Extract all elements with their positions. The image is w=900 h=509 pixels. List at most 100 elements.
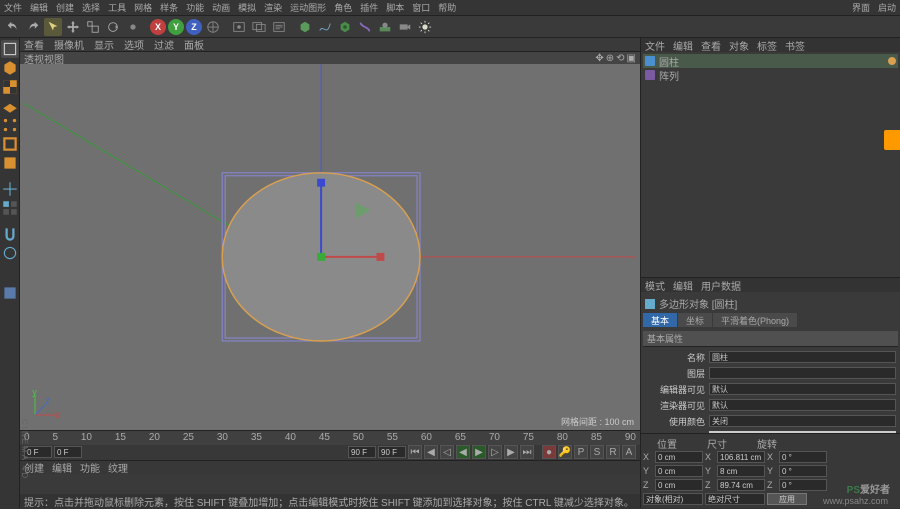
rotate-icon[interactable] (104, 18, 122, 36)
coord-y-rot[interactable] (779, 465, 827, 477)
play-fwd-icon[interactable]: ▶ (472, 445, 486, 459)
om-tab-view[interactable]: 查看 (701, 38, 721, 53)
material-manager[interactable] (20, 474, 640, 494)
snap-settings-icon[interactable] (1, 244, 19, 262)
move-icon[interactable] (64, 18, 82, 36)
menu-mesh[interactable]: 网格 (134, 1, 152, 14)
axis-x-toggle[interactable]: X (150, 19, 166, 35)
menu-mograph[interactable]: 运动图形 (290, 1, 326, 14)
coord-x-rot[interactable] (779, 451, 827, 463)
coord-x-size[interactable] (717, 451, 765, 463)
coord-mode-select[interactable] (643, 493, 703, 505)
vp-menu-filter[interactable]: 过滤 (154, 37, 174, 52)
vp-max-icon[interactable]: ▣ (627, 53, 636, 64)
viewport-3d[interactable]: yxz 网格间距 : 100 cm (20, 64, 640, 430)
attr-layer-input[interactable] (709, 367, 896, 379)
attr-rendvis-select[interactable] (709, 399, 896, 411)
attr-tab-phong[interactable]: 平滑着色(Phong) (713, 313, 797, 327)
menu-plugins[interactable]: 插件 (360, 1, 378, 14)
object-list[interactable]: 圆柱 阵列 (641, 52, 900, 277)
menu-spline[interactable]: 样条 (160, 1, 178, 14)
snap-icon[interactable] (1, 225, 19, 243)
camera-icon[interactable] (396, 18, 414, 36)
vp-menu-panel[interactable]: 面板 (184, 37, 204, 52)
goto-start-icon[interactable]: ⏮ (408, 445, 422, 459)
axis-z-toggle[interactable]: Z (186, 19, 202, 35)
render-view-icon[interactable] (230, 18, 248, 36)
coord-tab-size[interactable]: 尺寸 (707, 436, 727, 451)
object-item[interactable]: 阵列 (643, 68, 898, 82)
menu-character[interactable]: 角色 (334, 1, 352, 14)
attr-name-input[interactable] (709, 351, 896, 363)
menu-help[interactable]: 帮助 (438, 1, 456, 14)
next-frame-icon[interactable]: ▷ (488, 445, 502, 459)
viewport-solo-icon[interactable] (1, 199, 19, 217)
scale-icon[interactable] (84, 18, 102, 36)
deformer-icon[interactable] (356, 18, 374, 36)
visibility-dot-icon[interactable] (888, 57, 896, 65)
vp-rotate-icon[interactable]: ⟲ (616, 53, 624, 64)
axis-y-toggle[interactable]: Y (168, 19, 184, 35)
coord-z-rot[interactable] (779, 479, 827, 491)
prev-key-icon[interactable]: ◀ (424, 445, 438, 459)
play-back-icon[interactable]: ◀ (456, 445, 470, 459)
menu-tools[interactable]: 工具 (108, 1, 126, 14)
menu-create[interactable]: 创建 (56, 1, 74, 14)
menu-render[interactable]: 渲染 (264, 1, 282, 14)
point-mode-icon[interactable] (1, 116, 19, 134)
select-icon[interactable] (44, 18, 62, 36)
goto-end-icon[interactable]: ⏭ (520, 445, 534, 459)
record-icon[interactable]: ● (542, 445, 556, 459)
menu-layout[interactable]: 界面 (852, 1, 870, 14)
time-ruler[interactable]: 051015202530354045505560657075808590 (20, 431, 640, 445)
am-tab-mode[interactable]: 模式 (645, 278, 665, 293)
attr-usecolor-select[interactable] (709, 415, 896, 427)
coord-tab-rot[interactable]: 旋转 (757, 436, 777, 451)
render-pict-icon[interactable] (250, 18, 268, 36)
make-editable-icon[interactable] (1, 40, 19, 58)
menu-startup[interactable]: 启动 (878, 1, 896, 14)
vp-nav-icon[interactable]: ✥ (595, 53, 603, 64)
object-item[interactable]: 圆柱 (643, 54, 898, 68)
light-icon[interactable] (416, 18, 434, 36)
poly-mode-icon[interactable] (1, 154, 19, 172)
coord-x-pos[interactable] (655, 451, 703, 463)
axis-mode-icon[interactable] (1, 180, 19, 198)
environment-icon[interactable] (376, 18, 394, 36)
om-tab-bookmarks[interactable]: 书签 (785, 38, 805, 53)
coord-tab-pos[interactable]: 位置 (657, 436, 677, 451)
edge-mode-icon[interactable] (1, 135, 19, 153)
redo-icon[interactable] (24, 18, 42, 36)
menu-window[interactable]: 窗口 (412, 1, 430, 14)
time-cur-end-input[interactable] (348, 446, 376, 458)
workplane-mode-icon[interactable] (1, 97, 19, 115)
menu-script[interactable]: 脚本 (386, 1, 404, 14)
om-tab-file[interactable]: 文件 (645, 38, 665, 53)
prev-frame-icon[interactable]: ◁ (440, 445, 454, 459)
render-settings-icon[interactable] (270, 18, 288, 36)
attr-tab-basic[interactable]: 基本 (643, 313, 677, 327)
autokey-icon[interactable]: 🔑 (558, 445, 572, 459)
coord-y-size[interactable] (717, 465, 765, 477)
undo-icon[interactable] (4, 18, 22, 36)
generator-icon[interactable] (336, 18, 354, 36)
attr-tab-coord[interactable]: 坐标 (678, 313, 712, 327)
coord-apply-button[interactable]: 应用 (767, 493, 807, 505)
mat-tab-func[interactable]: 功能 (80, 460, 100, 475)
vp-zoom-icon[interactable]: ⊕ (606, 53, 614, 64)
coord-size-mode-select[interactable] (705, 493, 765, 505)
coord-system-icon[interactable] (204, 18, 222, 36)
texture-mode-icon[interactable] (1, 78, 19, 96)
key-pos-icon[interactable]: P (574, 445, 588, 459)
primitive-cube-icon[interactable] (296, 18, 314, 36)
menu-simulate[interactable]: 模拟 (238, 1, 256, 14)
om-tab-tags[interactable]: 标签 (757, 38, 777, 53)
mat-tab-tex[interactable]: 纹理 (108, 460, 128, 475)
coord-z-size[interactable] (717, 479, 765, 491)
vp-menu-display[interactable]: 显示 (94, 37, 114, 52)
key-scale-icon[interactable]: S (590, 445, 604, 459)
vp-menu-options[interactable]: 选项 (124, 37, 144, 52)
menu-file[interactable]: 文件 (4, 1, 22, 14)
coord-y-pos[interactable] (655, 465, 703, 477)
key-param-icon[interactable]: A (622, 445, 636, 459)
